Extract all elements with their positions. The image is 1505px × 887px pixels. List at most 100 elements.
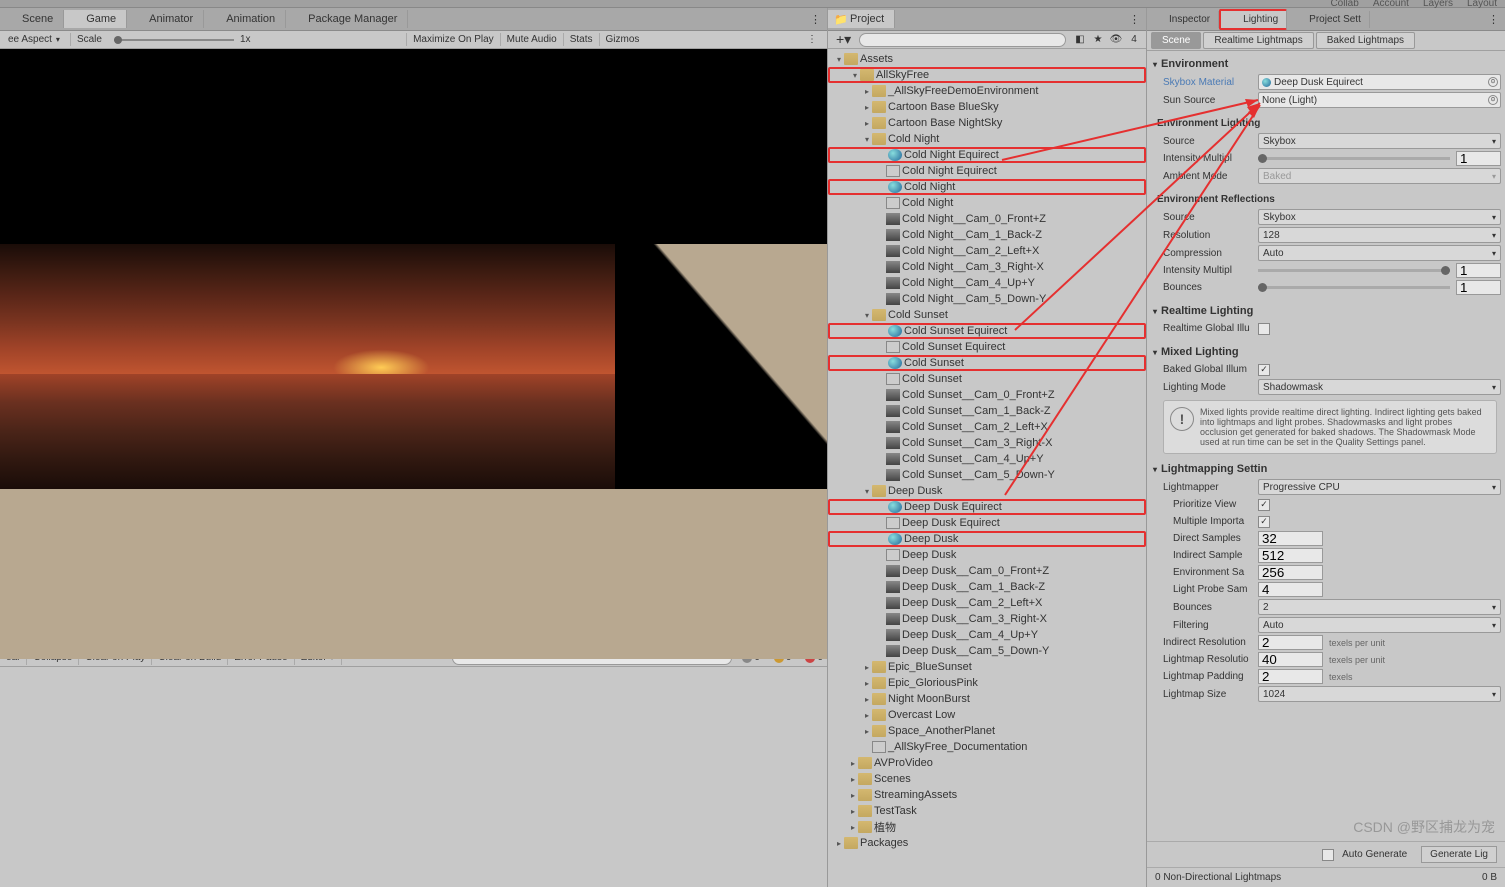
lightmap-resolution-field[interactable] (1258, 652, 1323, 667)
gizmos-button[interactable]: Gizmos (599, 33, 646, 46)
light-probe-samples-field[interactable] (1258, 582, 1323, 597)
expand-arrow-icon[interactable]: ▾ (862, 135, 872, 144)
scale-slider[interactable] (114, 39, 234, 41)
environment-section-head[interactable]: Environment (1151, 55, 1501, 73)
expand-arrow-icon[interactable]: ▾ (834, 55, 844, 64)
expand-arrow-icon[interactable]: ▸ (862, 695, 872, 704)
tree-item-allskyfree[interactable]: ▾AllSkyFree (828, 67, 1146, 83)
tree-item-cold-night-cam-4-up-y[interactable]: Cold Night__Cam_4_Up+Y (828, 275, 1146, 291)
tree-item-cold-night-cam-1-back-z[interactable]: Cold Night__Cam_1_Back-Z (828, 227, 1146, 243)
tree-item-cold-sunset[interactable]: Cold Sunset (828, 371, 1146, 387)
expand-arrow-icon[interactable]: ▸ (862, 679, 872, 688)
object-picker-icon[interactable]: ⊙ (1488, 77, 1498, 87)
tab-project-sett[interactable]: Project Sett (1287, 11, 1370, 28)
tree-item-cold-night-cam-5-down-y[interactable]: Cold Night__Cam_5_Down-Y (828, 291, 1146, 307)
tree-item-deep-dusk-equirect[interactable]: Deep Dusk Equirect (828, 515, 1146, 531)
tree-item-cold-sunset-cam-3-right-x[interactable]: Cold Sunset__Cam_3_Right-X (828, 435, 1146, 451)
object-picker-icon[interactable]: ⊙ (1488, 95, 1498, 105)
game-view[interactable] (0, 49, 827, 626)
expand-arrow-icon[interactable]: ▸ (848, 775, 858, 784)
project-search-input[interactable] (859, 33, 1066, 47)
lighting-mode-dropdown[interactable]: Shadowmask (1258, 379, 1501, 395)
lightmap-size-dropdown[interactable]: 1024 (1258, 686, 1501, 702)
tree-item-deep-dusk[interactable]: ▾Deep Dusk (828, 483, 1146, 499)
refl-compression-dropdown[interactable]: Auto (1258, 245, 1501, 261)
tree-item-testtask[interactable]: ▸TestTask (828, 803, 1146, 819)
tree-item-scenes[interactable]: ▸Scenes (828, 771, 1146, 787)
tab-package-manager[interactable]: Package Manager (286, 10, 408, 28)
bounces-dropdown[interactable]: 2 (1258, 599, 1501, 615)
lightmapping-section-head[interactable]: Lightmapping Settin (1151, 460, 1501, 478)
tree-item-deep-dusk-cam-4-up-y[interactable]: Deep Dusk__Cam_4_Up+Y (828, 627, 1146, 643)
expand-arrow-icon[interactable]: ▸ (862, 119, 872, 128)
maximize-on-play-button[interactable]: Maximize On Play (406, 33, 500, 46)
multiple-import-checkbox[interactable]: ✓ (1258, 516, 1270, 528)
tree-item-cartoon-base-bluesky[interactable]: ▸Cartoon Base BlueSky (828, 99, 1146, 115)
env-intensity-slider[interactable] (1258, 157, 1450, 160)
tree-item--allskyfree-documentation[interactable]: _AllSkyFree_Documentation (828, 739, 1146, 755)
tree-item--allskyfreedemoenvironment[interactable]: ▸_AllSkyFreeDemoEnvironment (828, 83, 1146, 99)
tree-item-night-moonburst[interactable]: ▸Night MoonBurst (828, 691, 1146, 707)
tree-item-assets[interactable]: ▾Assets (828, 51, 1146, 67)
favorite-icon[interactable]: ★ (1090, 33, 1106, 47)
project-tree[interactable]: ▾Assets▾AllSkyFree▸_AllSkyFreeDemoEnviro… (828, 49, 1146, 887)
project-tab[interactable]: 📁Project (828, 10, 895, 28)
expand-arrow-icon[interactable]: ▸ (862, 87, 872, 96)
tree-item-cartoon-base-nightsky[interactable]: ▸Cartoon Base NightSky (828, 115, 1146, 131)
direct-samples-field[interactable] (1258, 531, 1323, 546)
tree-item-cold-sunset-equirect[interactable]: Cold Sunset Equirect (828, 323, 1146, 339)
skybox-material-field[interactable]: Deep Dusk Equirect⊙ (1258, 74, 1501, 90)
expand-arrow-icon[interactable]: ▾ (862, 487, 872, 496)
sun-source-field[interactable]: None (Light)⊙ (1258, 92, 1501, 108)
tree-item-avprovideo[interactable]: ▸AVProVideo (828, 755, 1146, 771)
tab-lighting[interactable]: Lighting (1219, 9, 1287, 30)
refl-intensity-value[interactable] (1456, 263, 1501, 278)
tree-item-deep-dusk-cam-3-right-x[interactable]: Deep Dusk__Cam_3_Right-X (828, 611, 1146, 627)
lightmapper-dropdown[interactable]: Progressive CPU (1258, 479, 1501, 495)
refl-source-dropdown[interactable]: Skybox (1258, 209, 1501, 225)
tree-item-cold-sunset-equirect[interactable]: Cold Sunset Equirect (828, 339, 1146, 355)
tree-item-cold-sunset-cam-0-front-z[interactable]: Cold Sunset__Cam_0_Front+Z (828, 387, 1146, 403)
tree-item-cold-night[interactable]: ▾Cold Night (828, 131, 1146, 147)
env-intensity-value[interactable] (1456, 151, 1501, 166)
filtering-dropdown[interactable]: Auto (1258, 617, 1501, 633)
tabs-menu-icon[interactable]: ⋮ (804, 13, 827, 26)
expand-arrow-icon[interactable]: ▾ (862, 311, 872, 320)
tree-item-packages[interactable]: ▸Packages (828, 835, 1146, 851)
tree-item-deep-dusk[interactable]: Deep Dusk (828, 531, 1146, 547)
tab-animation[interactable]: Animation (204, 10, 286, 28)
expand-arrow-icon[interactable]: ▸ (848, 791, 858, 800)
env-light-source-dropdown[interactable]: Skybox (1258, 133, 1501, 149)
refl-resolution-dropdown[interactable]: 128 (1258, 227, 1501, 243)
project-menu-icon[interactable]: ⋮ (1123, 13, 1146, 26)
tree-item-epic-bluesunset[interactable]: ▸Epic_BlueSunset (828, 659, 1146, 675)
tree-item-deep-dusk-cam-1-back-z[interactable]: Deep Dusk__Cam_1_Back-Z (828, 579, 1146, 595)
tree-item-streamingassets[interactable]: ▸StreamingAssets (828, 787, 1146, 803)
subtab-baked-lightmaps[interactable]: Baked Lightmaps (1316, 32, 1415, 49)
tree-item-cold-sunset[interactable]: Cold Sunset (828, 355, 1146, 371)
expand-arrow-icon[interactable]: ▾ (850, 71, 860, 80)
lightmap-padding-field[interactable] (1258, 669, 1323, 684)
tree-item-cold-sunset[interactable]: ▾Cold Sunset (828, 307, 1146, 323)
tab-inspector[interactable]: Inspector (1147, 11, 1219, 28)
auto-generate-checkbox[interactable] (1322, 849, 1334, 861)
expand-arrow-icon[interactable]: ▸ (848, 759, 858, 768)
expand-arrow-icon[interactable]: ▸ (848, 807, 858, 816)
aspect-dropdown[interactable]: ee Aspect (4, 33, 71, 46)
realtime-section-head[interactable]: Realtime Lighting (1151, 302, 1501, 320)
tree-item-epic-gloriouspink[interactable]: ▸Epic_GloriousPink (828, 675, 1146, 691)
env-samples-field[interactable] (1258, 565, 1323, 580)
tab-animator[interactable]: Animator (127, 10, 204, 28)
inspector-menu-icon[interactable]: ⋮ (1482, 13, 1505, 26)
game-menu-icon[interactable]: ⋮ (801, 34, 823, 45)
indirect-samples-field[interactable] (1258, 548, 1323, 563)
filter-icon[interactable]: ◧ (1072, 33, 1088, 47)
tree-item-cold-night-cam-3-right-x[interactable]: Cold Night__Cam_3_Right-X (828, 259, 1146, 275)
refl-bounces-value[interactable] (1456, 280, 1501, 295)
refl-intensity-slider[interactable] (1258, 269, 1450, 272)
tree-item-space-anotherplanet[interactable]: ▸Space_AnotherPlanet (828, 723, 1146, 739)
prioritize-view-checkbox[interactable]: ✓ (1258, 499, 1270, 511)
tree-item-cold-night[interactable]: Cold Night (828, 179, 1146, 195)
tree-item-cold-night-cam-2-left-x[interactable]: Cold Night__Cam_2_Left+X (828, 243, 1146, 259)
mixed-section-head[interactable]: Mixed Lighting (1151, 343, 1501, 361)
